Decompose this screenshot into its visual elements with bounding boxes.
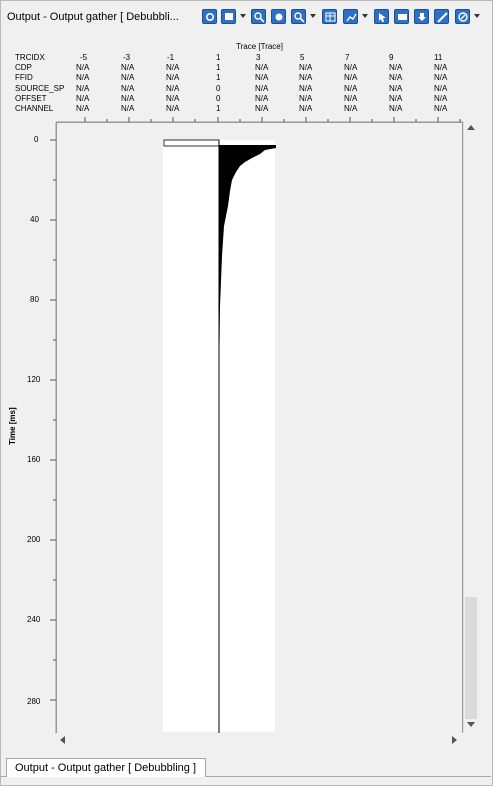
y-tick-label: 280 xyxy=(27,697,41,706)
row-label-offset: OFFSET xyxy=(15,94,47,103)
header-cdp: N/A xyxy=(76,63,90,72)
header-trcidx: 3 xyxy=(256,53,261,62)
header-source-sp: N/A xyxy=(121,84,135,93)
zoom-dropdown-icon[interactable] xyxy=(310,14,316,18)
header-ffid: N/A xyxy=(299,73,313,82)
y-tick-label: 120 xyxy=(27,375,41,384)
header-source-sp: 0 xyxy=(216,84,221,93)
scroll-left-icon[interactable] xyxy=(60,736,66,744)
header-channel: N/A xyxy=(299,104,313,113)
zoom-region-icon[interactable] xyxy=(291,9,306,24)
header-trcidx: -1 xyxy=(167,53,175,62)
negative-lobe xyxy=(163,139,220,147)
positive-lobe xyxy=(219,145,276,734)
chart-icon[interactable] xyxy=(343,9,358,24)
y-tick-label: 80 xyxy=(30,295,39,304)
header-source-sp: N/A xyxy=(434,84,448,93)
comment-icon[interactable] xyxy=(394,9,409,24)
header-ffid: N/A xyxy=(76,73,90,82)
header-trcidx: 5 xyxy=(300,53,305,62)
zoom-fit-icon[interactable] xyxy=(271,9,286,24)
scroll-right-icon[interactable] xyxy=(452,736,458,744)
header-offset: N/A xyxy=(434,94,448,103)
header-trcidx: 7 xyxy=(345,53,350,62)
scroll-up-icon[interactable] xyxy=(467,125,475,131)
header-source-sp: N/A xyxy=(76,84,90,93)
header-ffid: N/A xyxy=(434,73,448,82)
layout-dropdown-icon[interactable] xyxy=(240,14,246,18)
header-cdp: N/A xyxy=(299,63,313,72)
header-cdp: N/A xyxy=(166,63,180,72)
y-tick-label: 0 xyxy=(34,135,39,144)
header-trcidx: -5 xyxy=(80,53,88,62)
header-ffid: N/A xyxy=(255,73,269,82)
vertical-scrollbar[interactable] xyxy=(463,122,478,732)
header-offset: N/A xyxy=(76,94,90,103)
header-offset: N/A xyxy=(389,94,403,103)
time-axis-ruler xyxy=(50,122,57,734)
row-label-ffid: FFID xyxy=(15,73,33,82)
header-offset: N/A xyxy=(344,94,358,103)
seismic-trace xyxy=(163,139,276,734)
header-channel: N/A xyxy=(76,104,90,113)
layout-icon[interactable] xyxy=(221,9,236,24)
row-label-channel: CHANNEL xyxy=(15,104,54,113)
compass-dropdown-icon[interactable] xyxy=(474,14,480,18)
header-offset: N/A xyxy=(121,94,135,103)
header-offset: N/A xyxy=(166,94,180,103)
header-ffid: N/A xyxy=(389,73,403,82)
header-ffid: N/A xyxy=(344,73,358,82)
header-channel: N/A xyxy=(255,104,269,113)
pointer-icon[interactable] xyxy=(374,9,389,24)
vertical-scroll-thumb[interactable] xyxy=(465,597,477,719)
y-tick-label: 160 xyxy=(27,455,41,464)
trace-axis-title: Trace [Trace] xyxy=(236,42,283,51)
header-offset: 0 xyxy=(216,94,221,103)
header-cdp: N/A xyxy=(389,63,403,72)
header-trcidx: 11 xyxy=(434,53,443,62)
header-source-sp: N/A xyxy=(166,84,180,93)
header-cdp: 1 xyxy=(216,63,221,72)
tab-output-gather[interactable]: Output - Output gather [ Debubbling ] xyxy=(6,758,206,777)
window-title: Output - Output gather [ Debubbli... xyxy=(7,11,179,23)
settings-icon[interactable] xyxy=(202,9,217,24)
header-ffid: N/A xyxy=(121,73,135,82)
header-trcidx: 9 xyxy=(389,53,394,62)
scroll-down-icon[interactable] xyxy=(467,722,475,728)
header-ffid: N/A xyxy=(166,73,180,82)
header-cdp: N/A xyxy=(434,63,448,72)
pen-icon[interactable] xyxy=(434,9,449,24)
header-ffid: 1 xyxy=(216,73,221,82)
compass-icon[interactable] xyxy=(455,9,470,24)
table-icon[interactable] xyxy=(322,9,337,24)
header-cdp: N/A xyxy=(121,63,135,72)
header-trcidx: -3 xyxy=(123,53,131,62)
y-axis-title: Time [ms] xyxy=(8,407,17,445)
zoom-in-icon[interactable] xyxy=(251,9,266,24)
header-channel: N/A xyxy=(166,104,180,113)
y-tick-label: 200 xyxy=(27,535,41,544)
header-cdp: N/A xyxy=(344,63,358,72)
y-tick-label: 240 xyxy=(27,615,41,624)
horizontal-scrollbar[interactable] xyxy=(56,733,463,745)
header-offset: N/A xyxy=(255,94,269,103)
header-channel: 1 xyxy=(216,104,221,113)
header-offset: N/A xyxy=(299,94,313,103)
header-trcidx: 1 xyxy=(216,53,221,62)
header-source-sp: N/A xyxy=(389,84,403,93)
row-label-source-sp: SOURCE_SP xyxy=(15,84,65,93)
header-source-sp: N/A xyxy=(299,84,313,93)
y-tick-label: 40 xyxy=(30,215,39,224)
header-channel: N/A xyxy=(389,104,403,113)
header-channel: N/A xyxy=(434,104,448,113)
row-label-cdp: CDP xyxy=(15,63,32,72)
header-cdp: N/A xyxy=(255,63,269,72)
download-icon[interactable] xyxy=(414,9,429,24)
header-channel: N/A xyxy=(344,104,358,113)
header-source-sp: N/A xyxy=(255,84,269,93)
header-channel: N/A xyxy=(121,104,135,113)
chart-dropdown-icon[interactable] xyxy=(362,14,368,18)
header-source-sp: N/A xyxy=(344,84,358,93)
row-label-trcidx: TRCIDX xyxy=(15,53,45,62)
